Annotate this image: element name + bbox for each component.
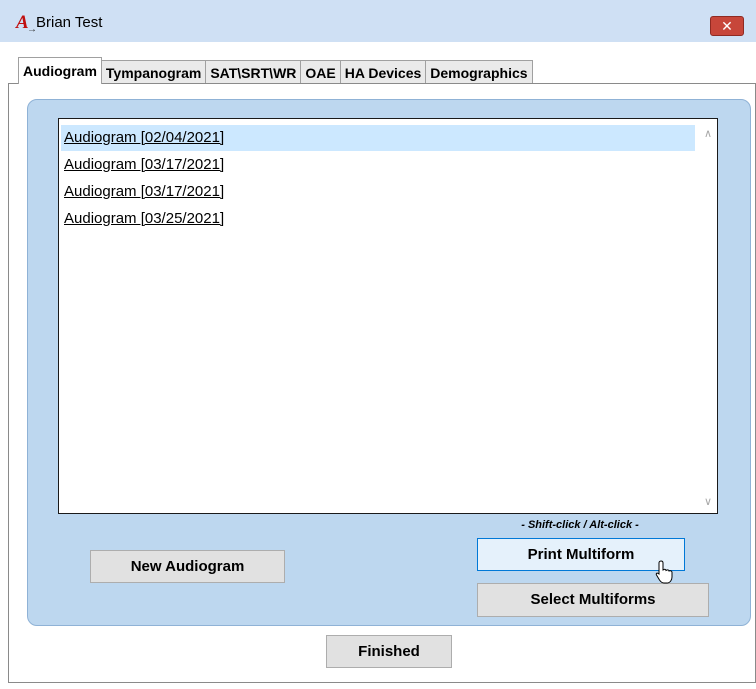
select-multiforms-button[interactable]: Select Multiforms xyxy=(477,583,709,617)
print-multiform-button[interactable]: Print Multiform xyxy=(477,538,685,571)
list-item-label: Audiogram [03/17/2021] xyxy=(64,156,225,173)
close-icon: ✕ xyxy=(721,18,733,34)
list-item[interactable]: Audiogram [03/25/2021] xyxy=(61,206,224,232)
new-audiogram-button[interactable]: New Audiogram xyxy=(90,550,285,583)
tab-strip: Audiogram Tympanogram SAT\SRT\WR OAE HA … xyxy=(18,57,533,84)
hand-cursor-icon xyxy=(655,560,673,584)
list-item-label: Audiogram [02/04/2021] xyxy=(64,129,225,146)
list-item[interactable]: Audiogram [03/17/2021] xyxy=(61,152,224,178)
tab-tympanogram[interactable]: Tympanogram xyxy=(100,60,207,84)
app-logo-icon: A → xyxy=(16,13,37,35)
app-window: A → Brian Test ✕ Audiogram Tympanogram S… xyxy=(0,0,756,689)
list-item-label: Audiogram [03/17/2021] xyxy=(64,183,225,200)
scroll-down-icon[interactable]: ∨ xyxy=(701,495,715,509)
window-title: Brian Test xyxy=(36,14,103,31)
multiform-hint: - Shift-click / Alt-click - xyxy=(521,519,639,531)
tab-oae[interactable]: OAE xyxy=(300,60,341,84)
list-item[interactable]: Audiogram [02/04/2021] xyxy=(61,125,695,151)
tab-demographics[interactable]: Demographics xyxy=(425,60,533,84)
finished-button[interactable]: Finished xyxy=(326,635,452,668)
tab-audiogram[interactable]: Audiogram xyxy=(18,57,102,84)
tab-ha-devices[interactable]: HA Devices xyxy=(339,60,427,84)
audiogram-list[interactable]: Audiogram [02/04/2021] Audiogram [03/17/… xyxy=(58,118,718,514)
close-button[interactable]: ✕ xyxy=(710,16,744,36)
scroll-up-icon[interactable]: ∧ xyxy=(701,127,715,141)
title-bar[interactable]: A → Brian Test ✕ xyxy=(0,0,756,42)
list-item[interactable]: Audiogram [03/17/2021] xyxy=(61,179,224,205)
tab-sat-srt-wr[interactable]: SAT\SRT\WR xyxy=(205,60,302,84)
list-item-label: Audiogram [03/25/2021] xyxy=(64,210,225,227)
